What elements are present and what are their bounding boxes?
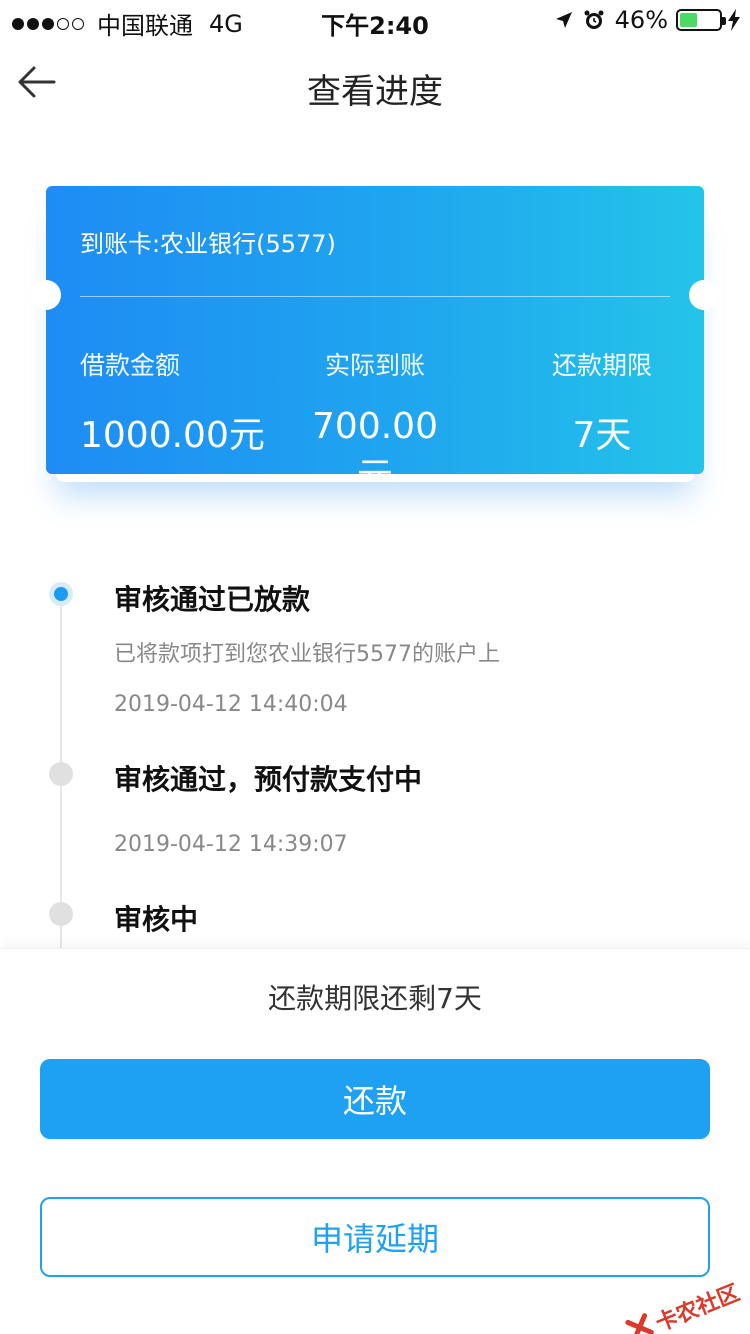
battery-icon bbox=[676, 9, 726, 31]
card-notch-left bbox=[31, 280, 61, 310]
page-title: 查看进度 bbox=[307, 72, 443, 112]
charging-bolt-icon bbox=[728, 9, 740, 31]
apply-extension-button[interactable]: 申请延期 bbox=[40, 1197, 710, 1277]
status-right: 46% bbox=[555, 6, 740, 34]
timeline-item-time: 2019-04-12 14:40:04 bbox=[114, 692, 348, 717]
timeline-item-desc: 已将款项打到您农业银行5577的账户上 bbox=[114, 642, 500, 667]
actual-received-value: 700.00元 bbox=[312, 406, 438, 474]
repay-button[interactable]: 还款 bbox=[40, 1059, 710, 1139]
loan-amount-value: 1000.00元 bbox=[80, 415, 265, 456]
timeline-item-title: 审核中 bbox=[114, 903, 199, 936]
timeline-item-title: 审核通过已放款 bbox=[114, 583, 311, 616]
battery-percent: 46% bbox=[614, 6, 668, 34]
timeline-item-time: 2019-04-12 14:39:07 bbox=[114, 832, 348, 857]
progress-timeline: 审核通过已放款 已将款项打到您农业银行5577的账户上 2019-04-12 1… bbox=[0, 560, 750, 956]
timeline-item-title: 审核通过，预付款支付中 bbox=[114, 763, 423, 796]
card-divider bbox=[80, 296, 670, 297]
battery-fill bbox=[680, 13, 697, 27]
repayment-term-label: 还款期限 bbox=[551, 351, 652, 380]
status-bar: 中国联通 4G 下午2:40 46% bbox=[0, 0, 750, 40]
timeline-dot-active bbox=[49, 582, 73, 606]
loan-amount-label: 借款金额 bbox=[80, 351, 181, 380]
receiving-account: 到账卡:农业银行(5577) bbox=[80, 230, 336, 258]
alarm-clock-icon bbox=[583, 9, 605, 31]
repayment-term: 还款期限 7天 bbox=[552, 346, 652, 458]
timeline-dot bbox=[49, 902, 73, 926]
loan-amount: 借款金额 1000.00元 bbox=[80, 346, 265, 458]
location-arrow-icon bbox=[555, 11, 573, 29]
bottom-action-panel: 还款期限还剩7天 还款 申请延期 bbox=[0, 948, 750, 1334]
remaining-term-text: 还款期限还剩7天 bbox=[268, 982, 482, 1015]
actual-received-label: 实际到账 bbox=[324, 351, 425, 380]
loan-card: 到账卡:农业银行(5577) 借款金额 1000.00元 实际到账 700.00… bbox=[31, 186, 719, 474]
repayment-term-value: 7天 bbox=[572, 415, 632, 456]
loan-card-body: 到账卡:农业银行(5577) 借款金额 1000.00元 实际到账 700.00… bbox=[46, 186, 704, 474]
timeline-dot bbox=[49, 762, 73, 786]
card-notch-right bbox=[689, 280, 719, 310]
navigation-bar: 查看进度 bbox=[0, 44, 750, 124]
actual-received: 实际到账 700.00元 bbox=[300, 346, 450, 474]
